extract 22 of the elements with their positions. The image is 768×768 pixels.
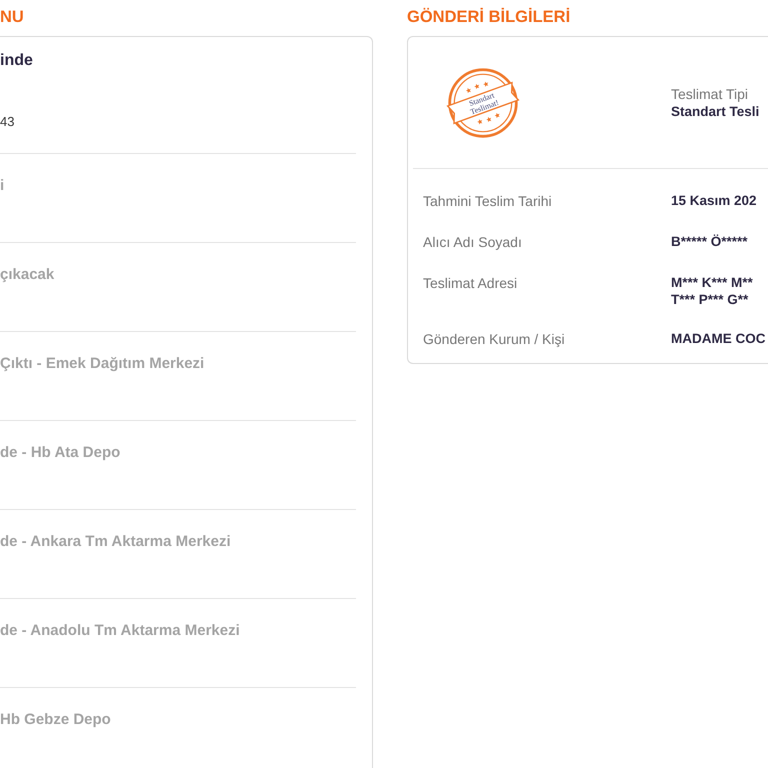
delivery-type-label: Teslimat Tipi — [671, 86, 748, 102]
step-title: de - Anadolu Tm Aktarma Merkezi — [0, 621, 240, 641]
step-title: Çıktı - Emek Dağıtım Merkezi — [0, 354, 204, 374]
field-value: 15 Kasım 202 — [671, 192, 757, 209]
section-heading: NU — [0, 7, 25, 28]
step-title: i — [0, 176, 4, 196]
field-label: Tahmini Teslim Tarihi — [423, 192, 552, 211]
field-value: M*** K*** M** T*** P*** G** — [671, 274, 753, 308]
step-title: inde — [0, 51, 33, 71]
section-heading: GÖNDERİ BİLGİLERİ — [407, 6, 572, 28]
step-title: de - Hb Ata Depo — [0, 443, 120, 463]
step-title: de - Ankara Tm Aktarma Merkezi — [0, 532, 231, 552]
delivery-type-value: Standart Tesli — [671, 102, 760, 120]
field-label: Gönderen Kurum / Kişi — [423, 330, 565, 349]
field-value: B***** Ö***** — [671, 233, 748, 250]
field-label: Alıcı Adı Soyadı — [423, 233, 522, 252]
stamp-icon — [446, 68, 520, 138]
step-detail-text: 43 — [0, 114, 14, 130]
step-title: çıkacak — [0, 265, 54, 285]
field-value: MADAME COC — [671, 330, 766, 347]
field-label: Teslimat Adresi — [423, 274, 518, 293]
step-title: Hb Gebze Depo — [0, 710, 111, 730]
